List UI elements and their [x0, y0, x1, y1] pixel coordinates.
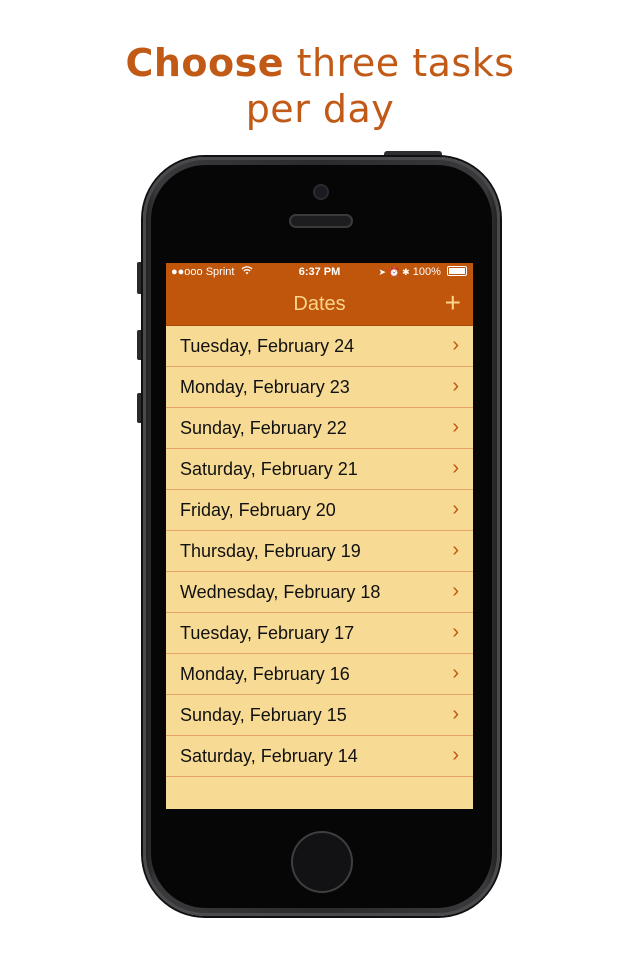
chevron-right-icon: ›	[452, 621, 459, 643]
earpiece-speaker	[289, 214, 353, 228]
date-label: Tuesday, February 17	[180, 623, 355, 643]
date-row[interactable]: Wednesday, February 18 ›	[166, 572, 473, 613]
status-icons: ➤ ⏰ ✱	[378, 267, 410, 277]
headline-bold: Choose	[125, 41, 285, 85]
headline: Choose three tasks per day	[0, 40, 640, 132]
chevron-right-icon: ›	[452, 703, 459, 725]
chevron-right-icon: ›	[452, 539, 459, 561]
date-label: Monday, February 16	[180, 664, 350, 684]
date-label: Saturday, February 14	[180, 746, 358, 766]
date-row[interactable]: Tuesday, February 17 ›	[166, 613, 473, 654]
battery-percent: 100%	[412, 266, 441, 278]
date-label: Wednesday, February 18	[180, 582, 381, 602]
page-title: Dates	[293, 293, 346, 315]
chevron-right-icon: ›	[452, 662, 459, 684]
date-row[interactable]: Sunday, February 15 ›	[166, 695, 473, 736]
date-row[interactable]: Saturday, February 21 ›	[166, 449, 473, 490]
date-row[interactable]: Saturday, February 14 ›	[166, 736, 473, 777]
date-label: Sunday, February 15	[180, 705, 347, 725]
headline-line1: Choose three tasks	[0, 40, 640, 86]
chevron-right-icon: ›	[452, 334, 459, 356]
headline-rest: three tasks	[284, 41, 515, 85]
battery-icon	[447, 266, 467, 276]
date-label: Saturday, February 21	[180, 459, 358, 479]
date-row[interactable]: Sunday, February 22 ›	[166, 408, 473, 449]
add-date-button[interactable]: +	[445, 288, 461, 318]
date-label: Monday, February 23	[180, 377, 350, 397]
home-button	[291, 831, 353, 893]
date-label: Tuesday, February 24	[180, 336, 355, 356]
stage: Choose three tasks per day ●●ooo Sprint …	[0, 0, 640, 960]
headline-line2: per day	[245, 87, 395, 131]
date-label: Friday, February 20	[180, 500, 336, 520]
chevron-right-icon: ›	[452, 744, 459, 766]
chevron-right-icon: ›	[452, 457, 459, 479]
date-label: Sunday, February 22	[180, 418, 347, 438]
date-row[interactable]: Monday, February 16 ›	[166, 654, 473, 695]
chevron-right-icon: ›	[452, 498, 459, 520]
date-row[interactable]: Thursday, February 19 ›	[166, 531, 473, 572]
date-label: Thursday, February 19	[180, 541, 361, 561]
front-camera	[315, 186, 327, 198]
status-bar: ●●ooo Sprint 6:37 PM ➤ ⏰ ✱ 100%	[166, 263, 473, 283]
date-list: Tuesday, February 24 › Monday, February 23…	[166, 326, 473, 777]
chevron-right-icon: ›	[452, 416, 459, 438]
chevron-right-icon: ›	[452, 580, 459, 602]
date-row[interactable]: Tuesday, February 24 ›	[166, 326, 473, 367]
date-row[interactable]: Monday, February 23 ›	[166, 367, 473, 408]
navigation-bar: Dates +	[166, 283, 473, 326]
chevron-right-icon: ›	[452, 375, 459, 397]
date-row[interactable]: Friday, February 20 ›	[166, 490, 473, 531]
app-screen: ●●ooo Sprint 6:37 PM ➤ ⏰ ✱ 100% Dates + …	[166, 263, 473, 809]
status-right: ➤ ⏰ ✱ 100%	[378, 266, 467, 278]
